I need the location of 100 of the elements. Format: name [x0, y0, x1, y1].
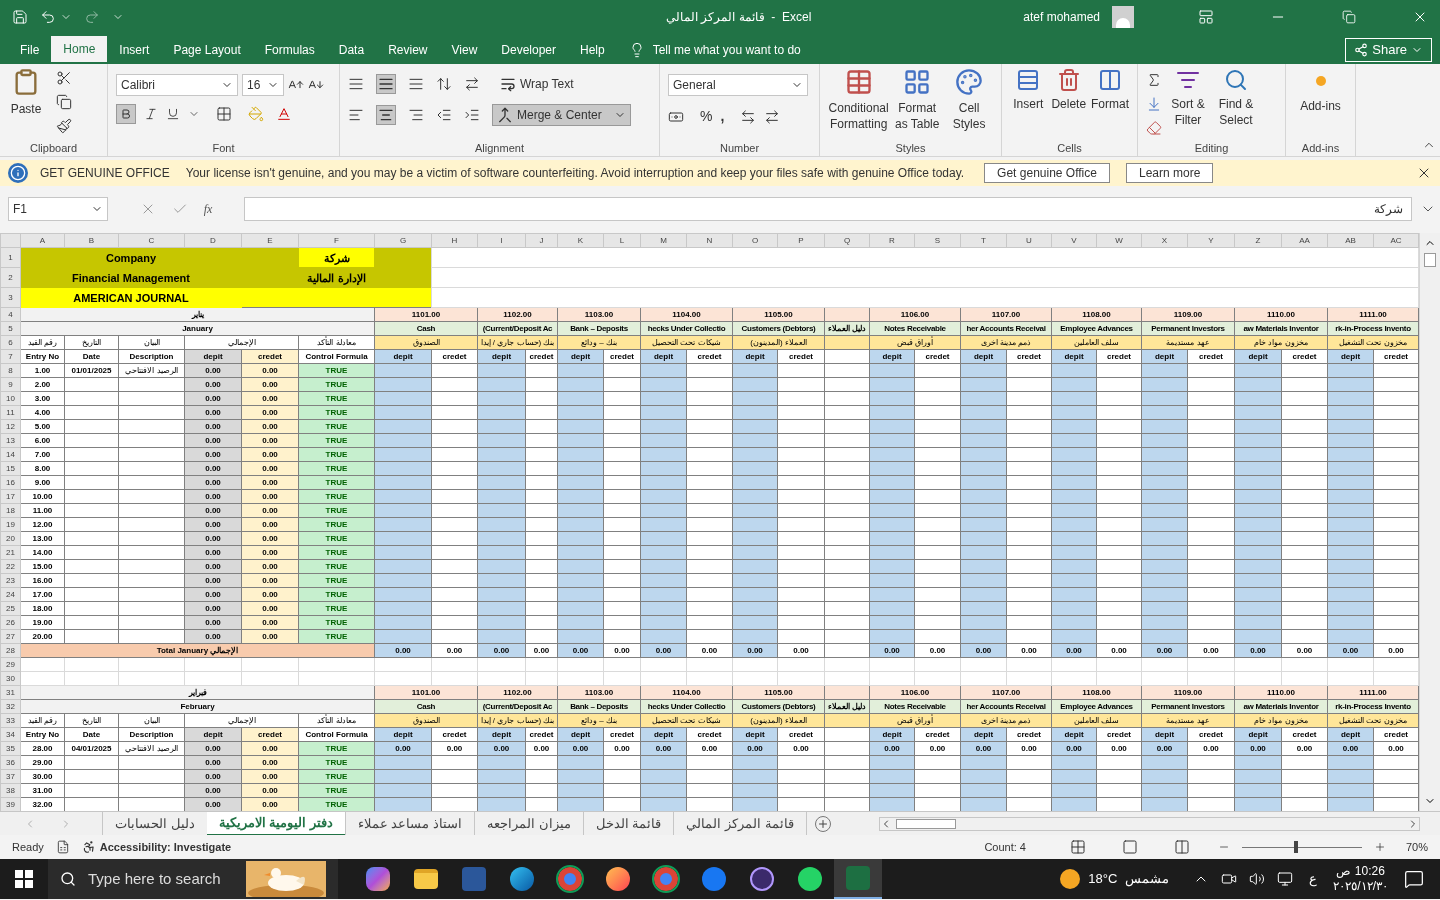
name-box[interactable]: F1	[8, 197, 108, 221]
page-layout-icon[interactable]	[1121, 839, 1138, 855]
macro-icon[interactable]	[55, 840, 70, 854]
paste-button[interactable]: Paste	[8, 68, 44, 118]
undo-icon[interactable]	[40, 9, 56, 25]
volume-icon[interactable]	[1249, 871, 1266, 887]
font-field[interactable]: Calibri	[116, 74, 238, 96]
row-header[interactable]: 1	[0, 247, 21, 268]
column-header[interactable]: C	[118, 233, 185, 248]
column-header[interactable]: E	[241, 233, 299, 248]
add-ins-button[interactable]: Add-ins	[1294, 68, 1347, 114]
column-header[interactable]: J	[525, 233, 558, 248]
italic-icon[interactable]	[144, 107, 158, 121]
percent-button[interactable]: %	[700, 106, 713, 127]
align-right-icon[interactable]	[408, 107, 424, 123]
decrease-indent-icon[interactable]	[436, 107, 452, 123]
menu-tab[interactable]: Help	[568, 36, 617, 64]
style-button[interactable]: Format as Table	[893, 68, 942, 132]
zoom-level[interactable]: 70%	[1405, 838, 1428, 856]
page-break-icon[interactable]	[1173, 839, 1190, 855]
merge-center-button[interactable]: Merge & Center	[492, 104, 631, 126]
wrap-text-button[interactable]: Wrap Text	[500, 75, 574, 93]
cells-button[interactable]: Insert	[1010, 68, 1047, 112]
formula-field[interactable]: شركة	[244, 197, 1412, 221]
menu-tab[interactable]: Formulas	[252, 36, 327, 64]
clock-time[interactable]: 10:26 ص	[1336, 864, 1385, 879]
row-header[interactable]: 3	[0, 287, 21, 308]
ribbon-display-icon[interactable]	[1198, 9, 1214, 25]
align-center-icon[interactable]	[376, 105, 396, 125]
horizontal-scrollbar[interactable]	[878, 816, 1420, 831]
column-header[interactable]: Y	[1187, 233, 1235, 248]
underline-icon[interactable]	[166, 107, 180, 121]
autosum-icon[interactable]	[1146, 72, 1162, 88]
language-indicator[interactable]: ع	[1309, 869, 1318, 889]
search-field[interactable]: Type here to search	[48, 859, 338, 899]
network-icon[interactable]	[1277, 871, 1294, 887]
cells-button[interactable]: Delete	[1050, 68, 1087, 112]
number-format-field[interactable]: General	[668, 74, 808, 96]
menu-tab[interactable]: Page Layout	[161, 36, 253, 64]
column-header[interactable]: D	[184, 233, 242, 248]
menu-tab[interactable]: Review	[376, 36, 440, 64]
excel-app-icon[interactable]	[834, 859, 882, 899]
accessibility-button[interactable]: Accessibility: Investigate	[81, 838, 232, 856]
column-header[interactable]: Q	[824, 233, 870, 248]
clear-icon[interactable]	[1146, 120, 1162, 136]
middle-align-icon[interactable]	[376, 74, 396, 94]
zoom-slider[interactable]	[1241, 841, 1362, 853]
top-align-icon[interactable]	[348, 76, 364, 92]
column-header[interactable]: V	[1051, 233, 1097, 248]
menu-tab[interactable]: File	[8, 36, 52, 64]
fill-color-icon[interactable]	[248, 106, 264, 122]
column-header[interactable]: N	[686, 233, 733, 248]
editing-button[interactable]: Find & Select	[1214, 68, 1258, 128]
tell-me-field[interactable]: Tell me what you want to do	[652, 41, 801, 59]
column-header[interactable]: O	[732, 233, 778, 248]
column-header[interactable]: Z	[1234, 233, 1282, 248]
menu-tab[interactable]: Developer	[489, 36, 568, 64]
column-header[interactable]: L	[603, 233, 641, 248]
weather-icon[interactable]	[1060, 869, 1081, 889]
notifications-icon[interactable]	[1404, 869, 1424, 889]
cells-button[interactable]: Format	[1090, 68, 1129, 112]
column-header[interactable]: P	[777, 233, 825, 248]
notice-button[interactable]: Learn more	[1125, 163, 1214, 183]
comma-button[interactable]: ,	[720, 106, 725, 127]
column-header[interactable]: T	[960, 233, 1007, 248]
column-header[interactable]: AB	[1327, 233, 1374, 248]
column-header[interactable]: X	[1141, 233, 1188, 248]
zoom-in-icon[interactable]	[1373, 841, 1386, 853]
editing-button[interactable]: Sort & Filter	[1166, 68, 1210, 128]
clock-date[interactable]: ٢٠٢٥/١٢/٣٠	[1333, 879, 1388, 894]
normal-view-icon[interactable]	[1069, 839, 1086, 855]
menu-tab[interactable]: Home	[51, 36, 108, 64]
column-header[interactable]: I	[477, 233, 526, 248]
column-header[interactable]: K	[557, 233, 604, 248]
column-header[interactable]: H	[431, 233, 478, 248]
font-color-icon[interactable]	[276, 106, 292, 122]
format-painter-icon[interactable]	[56, 118, 72, 134]
column-header[interactable]: A	[20, 233, 65, 248]
align-left-icon[interactable]	[348, 107, 364, 123]
column-header[interactable]: S	[914, 233, 961, 248]
column-header[interactable]: F	[298, 233, 375, 248]
cut-icon[interactable]	[56, 70, 72, 86]
bottom-align-icon[interactable]	[408, 76, 424, 92]
column-header[interactable]: W	[1096, 233, 1142, 248]
column-header[interactable]: M	[640, 233, 687, 248]
restore-icon[interactable]	[1342, 10, 1356, 24]
column-header[interactable]: B	[64, 233, 119, 248]
style-button[interactable]: Conditional Formatting	[828, 68, 890, 132]
share-button[interactable]: Share	[1345, 38, 1432, 62]
style-button[interactable]: Cell Styles	[945, 68, 993, 132]
bold-icon[interactable]	[116, 104, 136, 124]
menu-tab[interactable]: Insert	[107, 36, 162, 64]
column-header[interactable]: AA	[1281, 233, 1328, 248]
save-icon[interactable]	[12, 9, 28, 25]
camera-icon[interactable]	[1221, 871, 1238, 887]
increase-indent-icon[interactable]	[464, 107, 480, 123]
column-header[interactable]: G	[374, 233, 432, 248]
column-header[interactable]: U	[1006, 233, 1052, 248]
insert-function-button[interactable]: fx	[203, 200, 213, 218]
notice-button[interactable]: Get genuine Office	[984, 163, 1110, 183]
